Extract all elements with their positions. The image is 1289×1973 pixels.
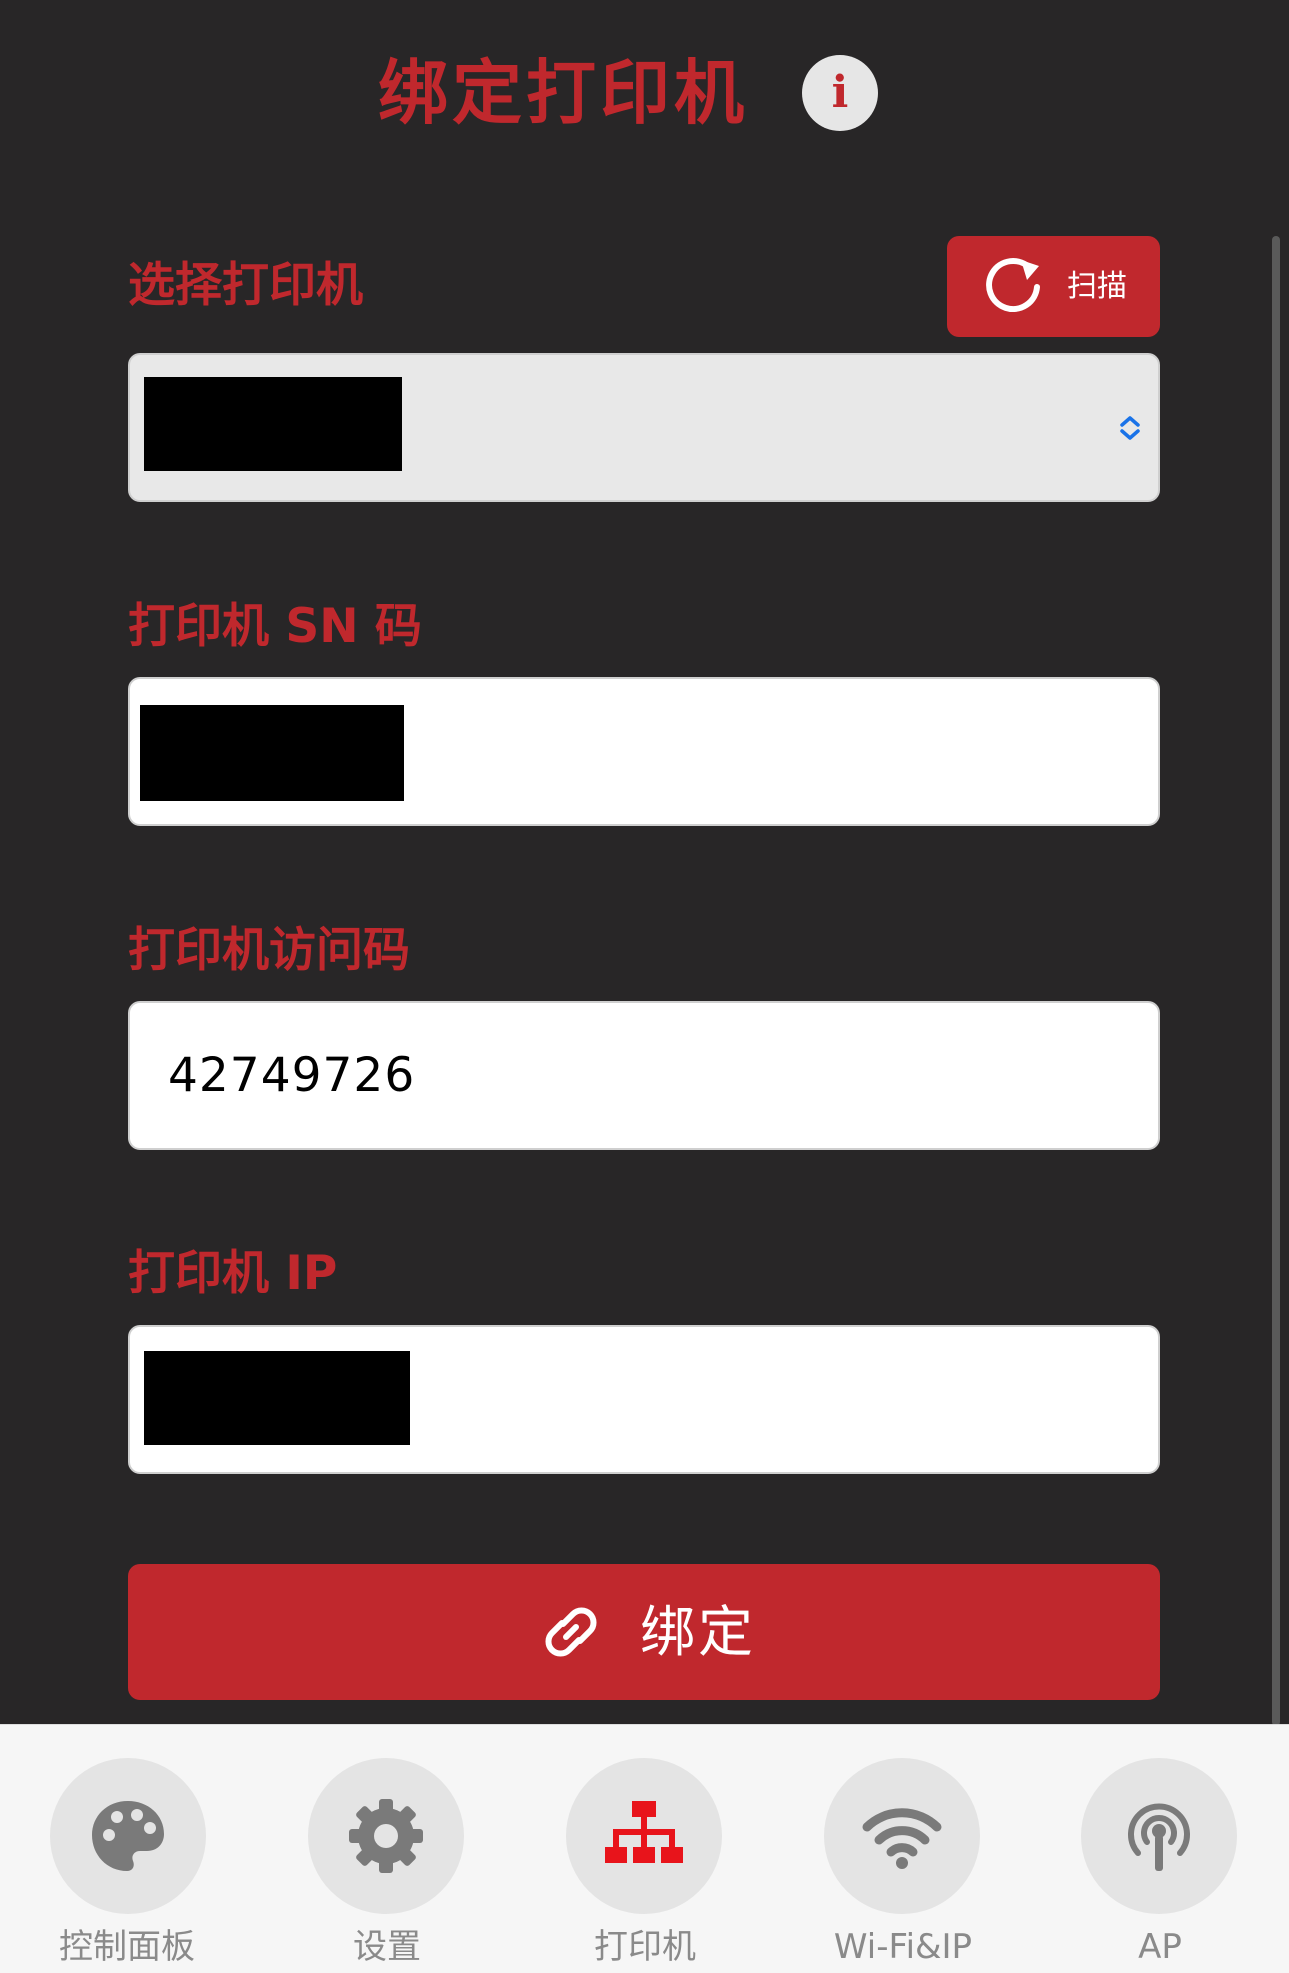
tab-bar: 控制面板 设置 打印机 Wi-Fi&IP AP	[0, 1724, 1289, 1973]
wifi-icon	[862, 1808, 942, 1869]
ip-label: 打印机 IP	[128, 1246, 338, 1301]
tab-label-ap: AP	[1138, 1927, 1182, 1967]
sn-label: 打印机 SN 码	[128, 599, 422, 654]
tab-settings[interactable]: 设置	[258, 1725, 516, 1973]
refresh-icon	[986, 258, 1040, 313]
printer-select[interactable]	[128, 353, 1160, 502]
access-code-input[interactable]: 42749726	[128, 1001, 1160, 1150]
tab-label-printer: 打印机	[594, 1927, 696, 1967]
redacted-ip	[144, 1351, 410, 1445]
select-printer-label: 选择打印机	[128, 258, 363, 313]
redacted-sn	[140, 705, 404, 801]
link-icon	[545, 1607, 597, 1657]
bind-button-label: 绑定	[640, 1600, 757, 1664]
ip-input[interactable]	[128, 1325, 1160, 1474]
select-chevron-icon	[1120, 416, 1140, 440]
sn-input[interactable]	[128, 677, 1160, 826]
tab-label-settings: 设置	[353, 1927, 421, 1967]
palette-icon	[92, 1801, 164, 1871]
info-icon[interactable]: i	[802, 55, 878, 131]
redacted-printer-name	[144, 377, 402, 471]
access-code-label: 打印机访问码	[128, 923, 410, 978]
tab-label-control-panel: 控制面板	[59, 1927, 195, 1967]
scan-button[interactable]: 扫描	[947, 236, 1160, 337]
bind-button[interactable]: 绑定	[128, 1564, 1160, 1700]
access-code-value: 42749726	[168, 1048, 416, 1103]
page-title: 绑定打印机	[378, 52, 748, 134]
tab-printer[interactable]: 打印机	[516, 1725, 774, 1973]
scan-button-label: 扫描	[1067, 269, 1127, 304]
scrollbar[interactable]	[1272, 236, 1280, 1726]
tab-control-panel[interactable]: 控制面板	[0, 1725, 258, 1973]
tab-ap[interactable]: AP	[1031, 1725, 1289, 1973]
tab-wifi[interactable]: Wi-Fi&IP	[774, 1725, 1032, 1973]
network-tree-icon	[605, 1801, 683, 1863]
antenna-icon	[1128, 1803, 1190, 1871]
gear-icon	[349, 1799, 423, 1873]
tab-label-wifi: Wi-Fi&IP	[833, 1927, 973, 1967]
